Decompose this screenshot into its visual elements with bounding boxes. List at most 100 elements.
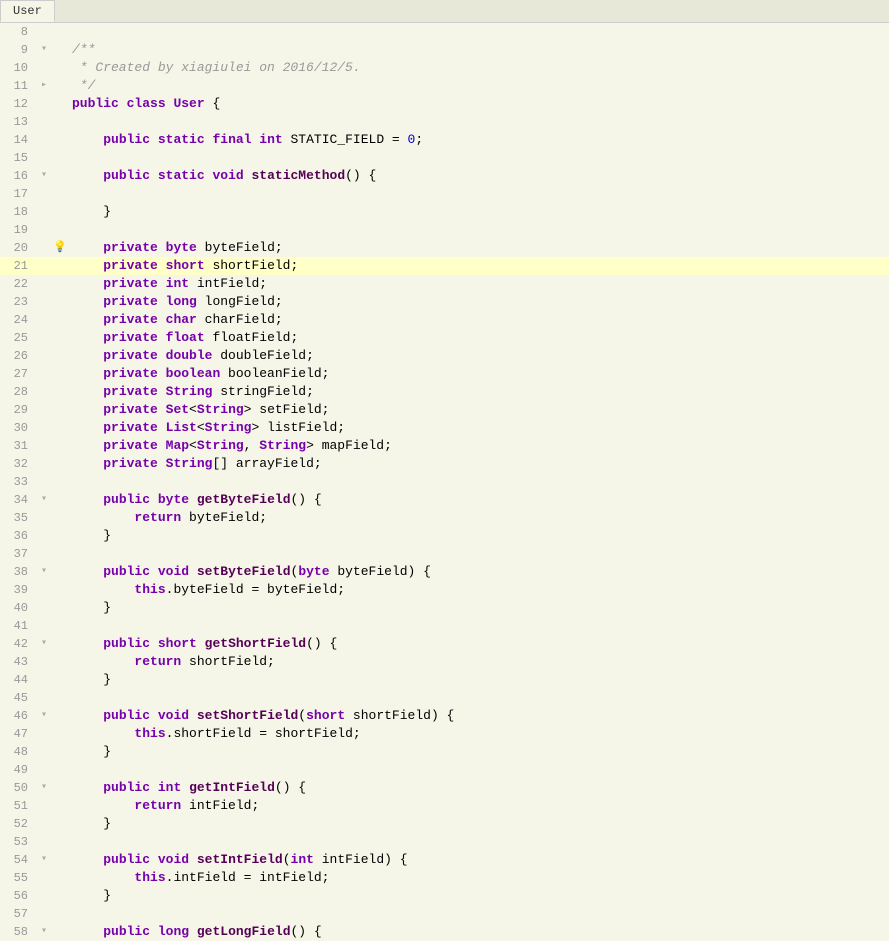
fold-gutter[interactable]: ▾ — [36, 635, 52, 653]
bulb-gutter — [52, 761, 68, 779]
code-content: * Created by xiagiulei on 2016/12/5. — [68, 59, 889, 77]
code-content: private char charField; — [68, 311, 889, 329]
code-content: } — [68, 815, 889, 833]
code-content — [68, 617, 889, 635]
tab-user[interactable]: User — [0, 0, 55, 22]
bulb-gutter — [52, 815, 68, 833]
code-line: 44 } — [0, 671, 889, 689]
code-content — [68, 23, 889, 41]
bulb-gutter — [52, 527, 68, 545]
code-line: 31 private Map<String, String> mapField; — [0, 437, 889, 455]
bulb-gutter — [52, 455, 68, 473]
bulb-gutter — [52, 41, 68, 59]
fold-gutter[interactable]: ▾ — [36, 563, 52, 581]
fold-gutter — [36, 473, 52, 491]
line-number: 44 — [0, 671, 36, 689]
code-content: */ — [68, 77, 889, 95]
code-content: private int intField; — [68, 275, 889, 293]
line-number: 41 — [0, 617, 36, 635]
code-line: 21 private short shortField; — [0, 257, 889, 275]
fold-gutter — [36, 689, 52, 707]
code-content: } — [68, 743, 889, 761]
line-number: 46 — [0, 707, 36, 725]
code-line: 47 this.shortField = shortField; — [0, 725, 889, 743]
code-content: return intField; — [68, 797, 889, 815]
fold-gutter — [36, 131, 52, 149]
fold-gutter — [36, 365, 52, 383]
fold-gutter[interactable]: ▾ — [36, 167, 52, 185]
bulb-gutter — [52, 365, 68, 383]
code-line: 49 — [0, 761, 889, 779]
code-content: public int getIntField() { — [68, 779, 889, 797]
code-line: 12public class User { — [0, 95, 889, 113]
line-number: 10 — [0, 59, 36, 77]
code-line: 54▾ public void setIntField(int intField… — [0, 851, 889, 869]
bulb-gutter — [52, 779, 68, 797]
fold-gutter — [36, 203, 52, 221]
line-number: 21 — [0, 257, 36, 275]
code-line: 36 } — [0, 527, 889, 545]
code-line: 39 this.byteField = byteField; — [0, 581, 889, 599]
code-line: 29 private Set<String> setField; — [0, 401, 889, 419]
bulb-gutter — [52, 797, 68, 815]
code-content: this.shortField = shortField; — [68, 725, 889, 743]
code-content — [68, 761, 889, 779]
fold-gutter[interactable]: ▾ — [36, 707, 52, 725]
code-container[interactable]: 8 9▾/**10 * Created by xiagiulei on 2016… — [0, 23, 889, 940]
fold-gutter[interactable]: ▾ — [36, 851, 52, 869]
fold-gutter[interactable]: ▾ — [36, 41, 52, 59]
line-number: 35 — [0, 509, 36, 527]
code-line: 38▾ public void setByteField(byte byteFi… — [0, 563, 889, 581]
code-line: 57 — [0, 905, 889, 923]
bulb-gutter — [52, 203, 68, 221]
line-number: 36 — [0, 527, 36, 545]
bulb-gutter — [52, 689, 68, 707]
code-content: this.byteField = byteField; — [68, 581, 889, 599]
bulb-gutter — [52, 131, 68, 149]
bulb-gutter — [52, 275, 68, 293]
code-content: private short shortField; — [68, 257, 889, 275]
code-content — [68, 473, 889, 491]
bulb-gutter — [52, 509, 68, 527]
fold-gutter[interactable]: ▾ — [36, 779, 52, 797]
fold-gutter — [36, 419, 52, 437]
line-number: 37 — [0, 545, 36, 563]
bulb-gutter — [52, 491, 68, 509]
code-content — [68, 221, 889, 239]
line-number: 15 — [0, 149, 36, 167]
line-number: 22 — [0, 275, 36, 293]
code-content: private String[] arrayField; — [68, 455, 889, 473]
fold-gutter — [36, 653, 52, 671]
line-number: 31 — [0, 437, 36, 455]
fold-gutter[interactable]: ▾ — [36, 923, 52, 940]
code-line: 52 } — [0, 815, 889, 833]
code-line: 24 private char charField; — [0, 311, 889, 329]
bulb-gutter[interactable]: 💡 — [52, 239, 68, 257]
code-line: 27 private boolean booleanField; — [0, 365, 889, 383]
code-line: 42▾ public short getShortField() { — [0, 635, 889, 653]
fold-gutter[interactable]: ▾ — [36, 491, 52, 509]
fold-gutter — [36, 905, 52, 923]
fold-gutter — [36, 239, 52, 257]
fold-gutter — [36, 509, 52, 527]
line-number: 57 — [0, 905, 36, 923]
code-content: } — [68, 527, 889, 545]
bulb-gutter — [52, 401, 68, 419]
bulb-gutter — [52, 311, 68, 329]
bulb-gutter — [52, 23, 68, 41]
fold-gutter — [36, 833, 52, 851]
code-content: public long getLongField() { — [68, 923, 889, 940]
code-content: } — [68, 599, 889, 617]
fold-gutter[interactable]: ▸ — [36, 77, 52, 95]
line-number: 20 — [0, 239, 36, 257]
bulb-gutter — [52, 725, 68, 743]
line-number: 40 — [0, 599, 36, 617]
line-number: 13 — [0, 113, 36, 131]
code-line: 16▾ public static void staticMethod() { — [0, 167, 889, 185]
code-content: public static final int STATIC_FIELD = 0… — [68, 131, 889, 149]
fold-gutter — [36, 185, 52, 203]
code-line: 22 private int intField; — [0, 275, 889, 293]
code-content: private List<String> listField; — [68, 419, 889, 437]
bulb-gutter — [52, 167, 68, 185]
code-content — [68, 905, 889, 923]
